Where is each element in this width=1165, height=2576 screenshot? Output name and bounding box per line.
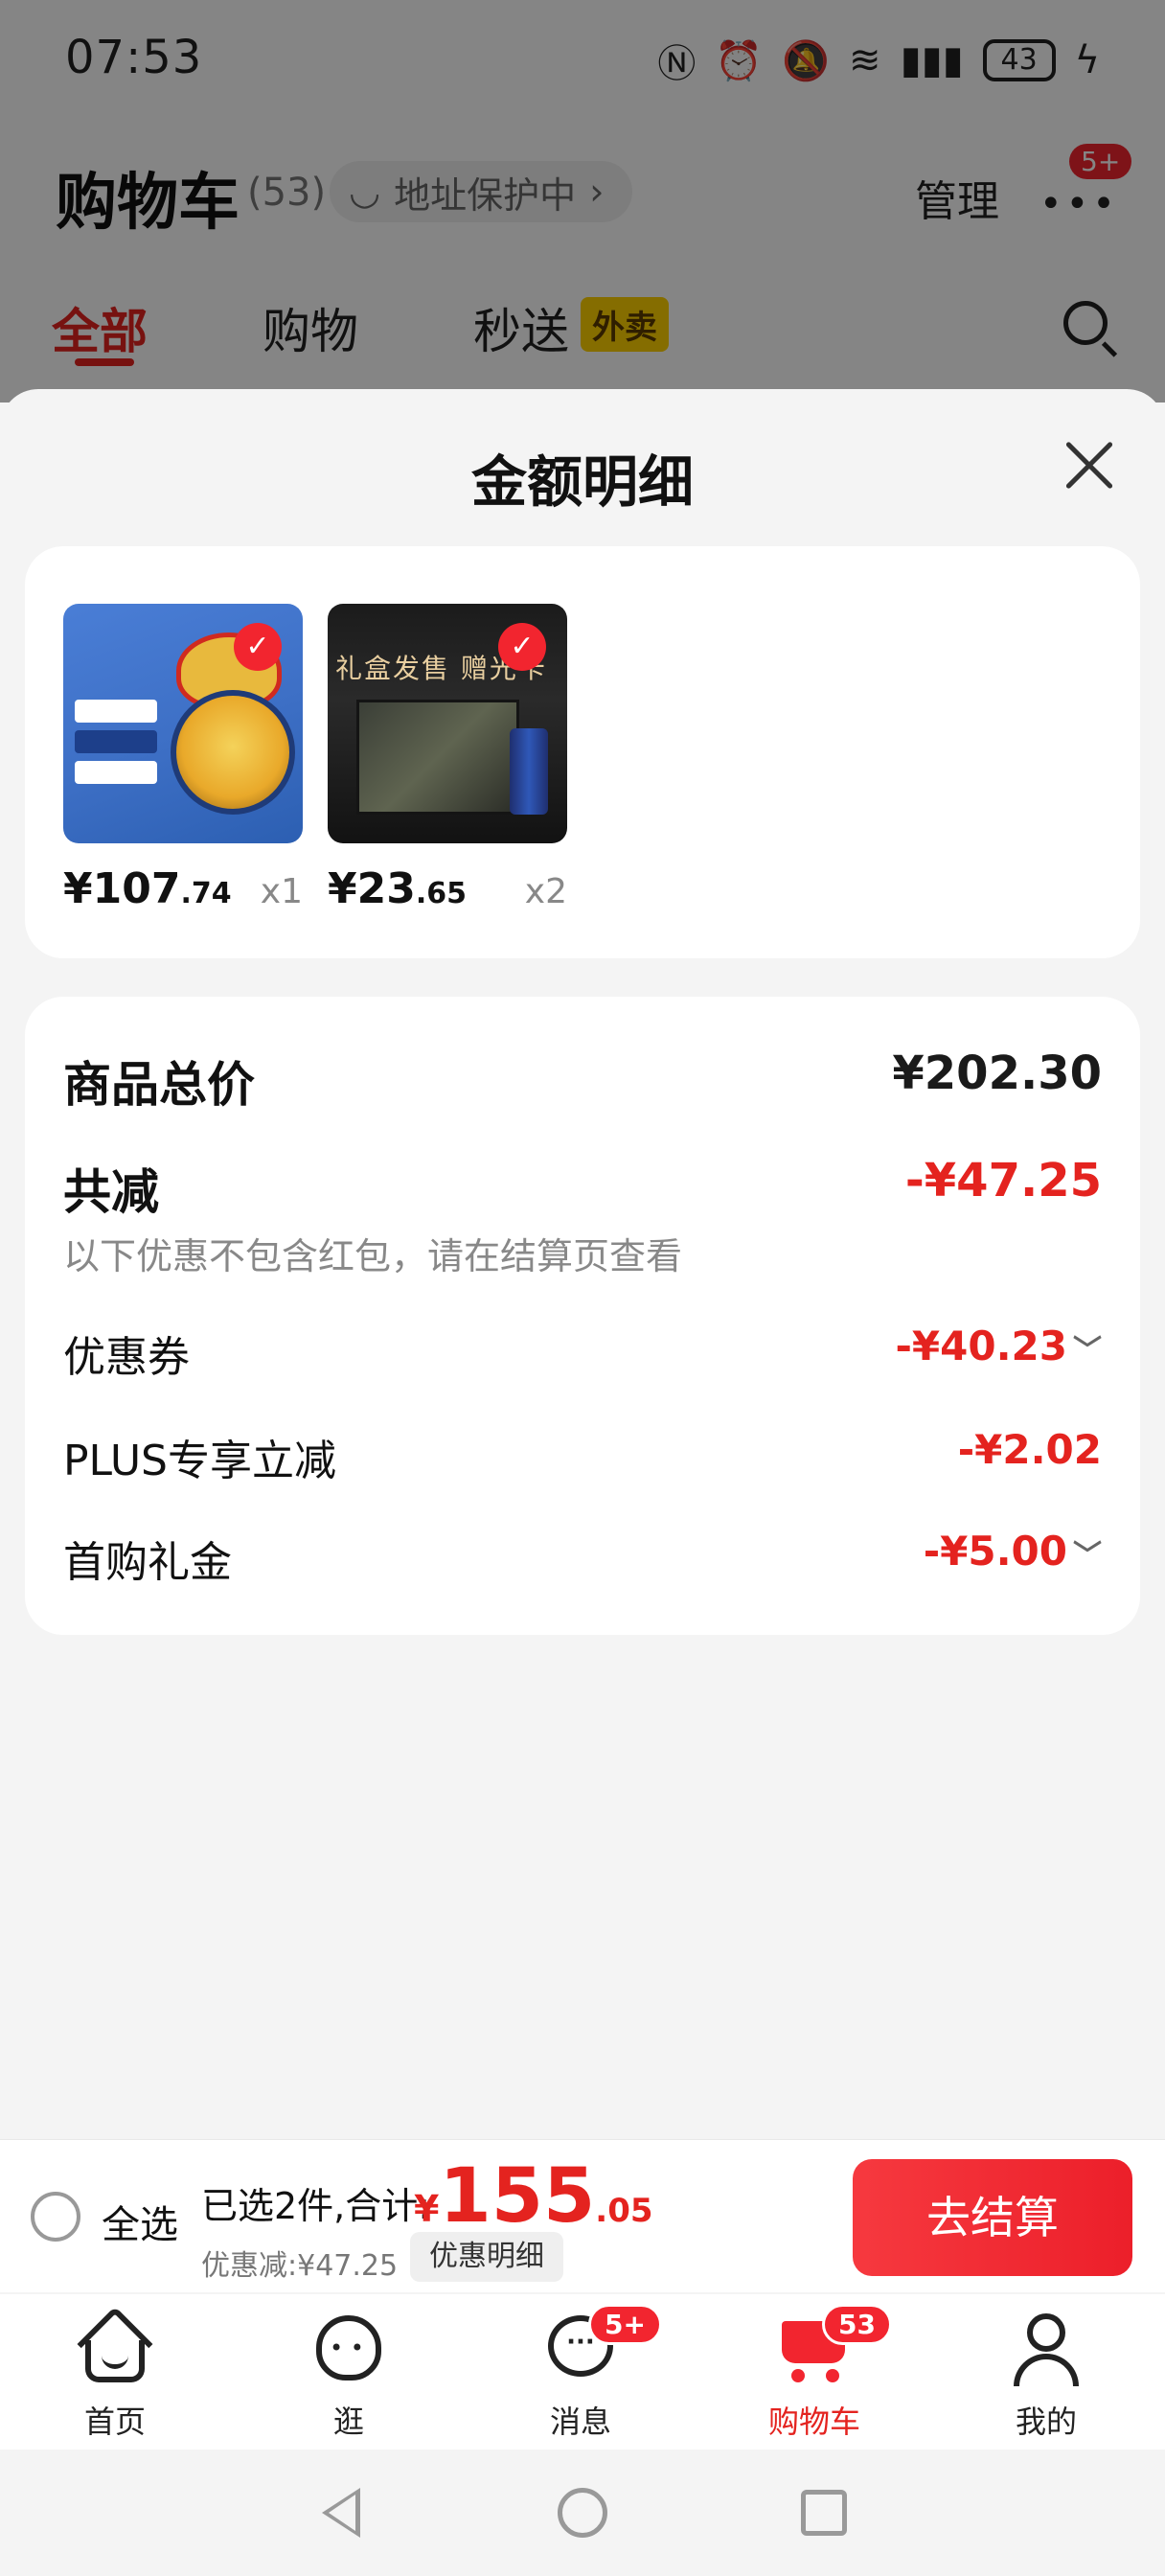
profile-icon — [1008, 2312, 1085, 2388]
discount-detail-button[interactable]: 优惠明细 — [410, 2232, 563, 2282]
reduction-note: 以下优惠不包含红包，请在结算页查看 — [63, 1235, 683, 1277]
reduction-row: 共减 -¥47.25 — [63, 1154, 1102, 1221]
messages-badge: 5+ — [588, 2304, 662, 2345]
select-all-label[interactable]: 全选 — [102, 2194, 178, 2249]
thumb-label — [75, 730, 157, 753]
first-purchase-row[interactable]: 首购礼金 -¥5.00 ﹀ — [63, 1528, 1102, 1587]
product-price: ¥23.65 — [328, 864, 467, 913]
price-integer: ¥23 — [328, 864, 416, 913]
product-quantity: x1 — [260, 872, 303, 911]
thumb-label — [75, 700, 157, 723]
subtotal-row: 商品总价 ¥202.30 — [63, 1046, 1102, 1114]
tin-shape — [171, 690, 295, 815]
subtotal-value: ¥202.30 — [892, 1046, 1102, 1100]
recents-icon[interactable] — [801, 2490, 847, 2536]
face-shape — [316, 2315, 381, 2380]
total-currency: ¥ — [414, 2188, 440, 2230]
sheet-title: 金额明细 — [470, 449, 694, 515]
cart-icon: 53 — [776, 2304, 892, 2388]
browse-icon — [310, 2312, 387, 2388]
close-icon[interactable] — [1062, 439, 1115, 493]
cart-wheel-shape — [826, 2369, 839, 2382]
tab-profile[interactable]: 我的 — [970, 2312, 1123, 2442]
coupon-value-wrap: -¥40.23 ﹀ — [895, 1322, 1102, 1369]
product-quantity: x2 — [524, 872, 567, 911]
coupon-label: 优惠券 — [63, 1333, 190, 1382]
chevron-down-icon: ﹀ — [1073, 1539, 1102, 1573]
system-nav-bar — [0, 2450, 1165, 2576]
product-thumbnail: ✓ — [63, 604, 303, 843]
selected-products-card: ✓ ¥107.74 x1 礼盒发售 赠光卡 ✓ ¥23.65 x2 — [25, 546, 1140, 958]
total-price: ¥155.05 — [414, 2153, 653, 2240]
can-shape — [510, 728, 548, 815]
tab-messages[interactable]: ··· 5+ 消息 — [504, 2304, 662, 2442]
reduction-label: 共减 — [63, 1164, 159, 1220]
thumb-label — [75, 761, 157, 784]
cart-badge: 53 — [822, 2304, 892, 2345]
total-integer: 155 — [439, 2153, 596, 2240]
plus-discount-label: PLUS专享立减 — [63, 1437, 336, 1485]
tab-label: 首页 — [83, 2404, 146, 2440]
home-circle-icon[interactable] — [558, 2488, 607, 2538]
selected-check-icon: ✓ — [234, 623, 282, 671]
product-item[interactable]: 礼盒发售 赠光卡 ✓ ¥23.65 x2 — [328, 604, 567, 913]
price-decimal: .74 — [180, 877, 232, 910]
tab-browse[interactable]: 逛 — [272, 2312, 425, 2442]
home-icon — [77, 2306, 153, 2388]
selected-info: 已选2件,合计: — [201, 2185, 431, 2227]
back-icon[interactable] — [322, 2488, 360, 2538]
product-price: ¥107.74 — [63, 864, 232, 913]
user-head-shape — [1027, 2313, 1065, 2352]
bottom-tab-bar: 首页 逛 ··· 5+ 消息 53 购物车 我的 — [0, 2294, 1165, 2450]
price-decimal: .65 — [415, 877, 468, 910]
coupon-row[interactable]: 优惠券 -¥40.23 ﹀ — [63, 1322, 1102, 1382]
discount-text: 优惠减:¥47.25 — [201, 2249, 399, 2283]
tab-home[interactable]: 首页 — [38, 2306, 192, 2442]
first-purchase-value: -¥5.00 — [923, 1528, 1067, 1575]
price-summary-card: 商品总价 ¥202.30 共减 -¥47.25 以下优惠不包含红包，请在结算页查… — [25, 997, 1140, 1635]
checkout-button[interactable]: 去结算 — [853, 2159, 1132, 2276]
first-purchase-value-wrap: -¥5.00 ﹀ — [924, 1528, 1102, 1575]
checkout-bar: 全选 已选2件,合计: ¥155.05 优惠减:¥47.25 优惠明细 去结算 — [0, 2139, 1165, 2292]
tab-label: 逛 — [332, 2404, 364, 2440]
plus-discount-row: PLUS专享立减 -¥2.02 — [63, 1426, 1102, 1485]
chevron-down-icon: ﹀ — [1073, 1334, 1102, 1368]
tab-cart[interactable]: 53 购物车 — [738, 2304, 892, 2442]
dim-overlay[interactable] — [0, 0, 1165, 402]
first-purchase-label: 首购礼金 — [63, 1538, 232, 1587]
amount-detail-sheet: 金额明细 ✓ ¥107.74 x1 礼盒发售 赠光卡 ✓ ¥23.65 x2 商… — [0, 389, 1165, 2143]
coupon-value: -¥40.23 — [895, 1322, 1067, 1369]
select-all-radio[interactable] — [31, 2192, 80, 2242]
gift-box-shape — [356, 700, 519, 815]
tab-label: 我的 — [1015, 2404, 1077, 2440]
tab-label: 购物车 — [767, 2404, 860, 2440]
total-decimal: .05 — [595, 2192, 653, 2230]
plus-discount-value: -¥2.02 — [957, 1426, 1102, 1473]
price-integer: ¥107 — [63, 864, 181, 913]
product-item[interactable]: ✓ ¥107.74 x1 — [63, 604, 303, 913]
cart-wheel-shape — [791, 2369, 805, 2382]
product-thumbnail: 礼盒发售 赠光卡 ✓ — [328, 604, 567, 843]
subtotal-label: 商品总价 — [63, 1057, 255, 1113]
message-icon: ··· 5+ — [542, 2304, 662, 2388]
selected-check-icon: ✓ — [498, 623, 546, 671]
reduction-value: -¥47.25 — [904, 1154, 1102, 1208]
user-body-shape — [1014, 2354, 1079, 2386]
tab-label: 消息 — [549, 2404, 611, 2440]
